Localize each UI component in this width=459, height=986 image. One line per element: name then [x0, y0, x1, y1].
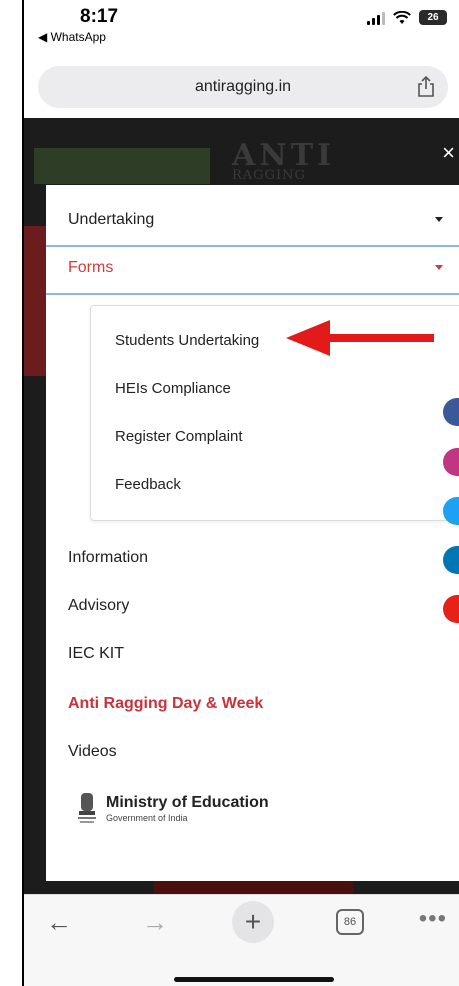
ministry-logo: Ministry of Education Government of Indi… [76, 791, 269, 825]
menu-item-videos[interactable]: Videos [68, 743, 117, 761]
status-bar: 8:17 ◀ WhatsApp 26 [24, 0, 459, 60]
menu-item-label: Undertaking [68, 211, 155, 228]
phone-screen: 8:17 ◀ WhatsApp 26 antiragging.in ANTI R… [22, 0, 459, 986]
battery-icon: 26 [419, 10, 447, 25]
browser-toolbar: ← → + 86 ••• [24, 894, 459, 986]
menu-item-forms[interactable]: Forms [46, 243, 459, 295]
national-emblem-icon [78, 793, 96, 823]
close-menu-button[interactable]: × [442, 140, 455, 166]
home-indicator[interactable] [174, 977, 334, 982]
navigation-menu: Undertaking Forms Students Undertaking H… [46, 185, 459, 881]
cellular-signal-icon [367, 11, 385, 25]
ministry-text: Ministry of Education Government of Indi… [106, 794, 269, 823]
site-brand-sub: RAGGING [232, 168, 306, 183]
url-text: antiragging.in [194, 78, 292, 95]
menu-item-iec-kit[interactable]: IEC KIT [68, 645, 124, 663]
back-arrow-icon[interactable]: ← [46, 907, 72, 938]
dropdown-item-feedback[interactable]: Feedback [115, 476, 181, 493]
back-to-whatsapp-link[interactable]: ◀ WhatsApp [38, 30, 106, 44]
menu-item-advisory[interactable]: Advisory [68, 597, 129, 615]
menu-item-undertaking[interactable]: Undertaking [46, 195, 459, 247]
menu-item-label: Forms [68, 259, 114, 276]
annotation-arrow-icon [286, 320, 434, 356]
caret-down-icon [435, 217, 443, 222]
dropdown-item-register-complaint[interactable]: Register Complaint [115, 428, 243, 445]
tabs-button[interactable]: 86 [336, 909, 364, 935]
forward-arrow-icon[interactable]: → [142, 907, 168, 938]
ugc-logo [34, 148, 210, 184]
menu-item-anti-ragging-day[interactable]: Anti Ragging Day & Week [68, 695, 263, 713]
more-options-icon[interactable]: ••• [419, 905, 447, 933]
wifi-icon [393, 10, 411, 24]
dropdown-item-students-undertaking[interactable]: Students Undertaking [115, 332, 259, 349]
ministry-subtitle: Government of India [106, 812, 188, 823]
menu-item-information[interactable]: Information [68, 549, 148, 567]
address-bar[interactable]: antiragging.in [38, 66, 448, 108]
menu-item-label: Information [68, 549, 149, 566]
new-tab-button[interactable]: + [232, 901, 274, 943]
share-icon[interactable] [416, 76, 436, 98]
status-time: 8:17 [80, 6, 119, 27]
dropdown-item-heis-compliance[interactable]: HEIs Compliance [115, 380, 231, 397]
ministry-title: Ministry of Education [106, 793, 269, 811]
banner-strip [24, 226, 46, 376]
caret-down-icon [435, 265, 443, 270]
status-indicators: 26 [367, 10, 447, 25]
